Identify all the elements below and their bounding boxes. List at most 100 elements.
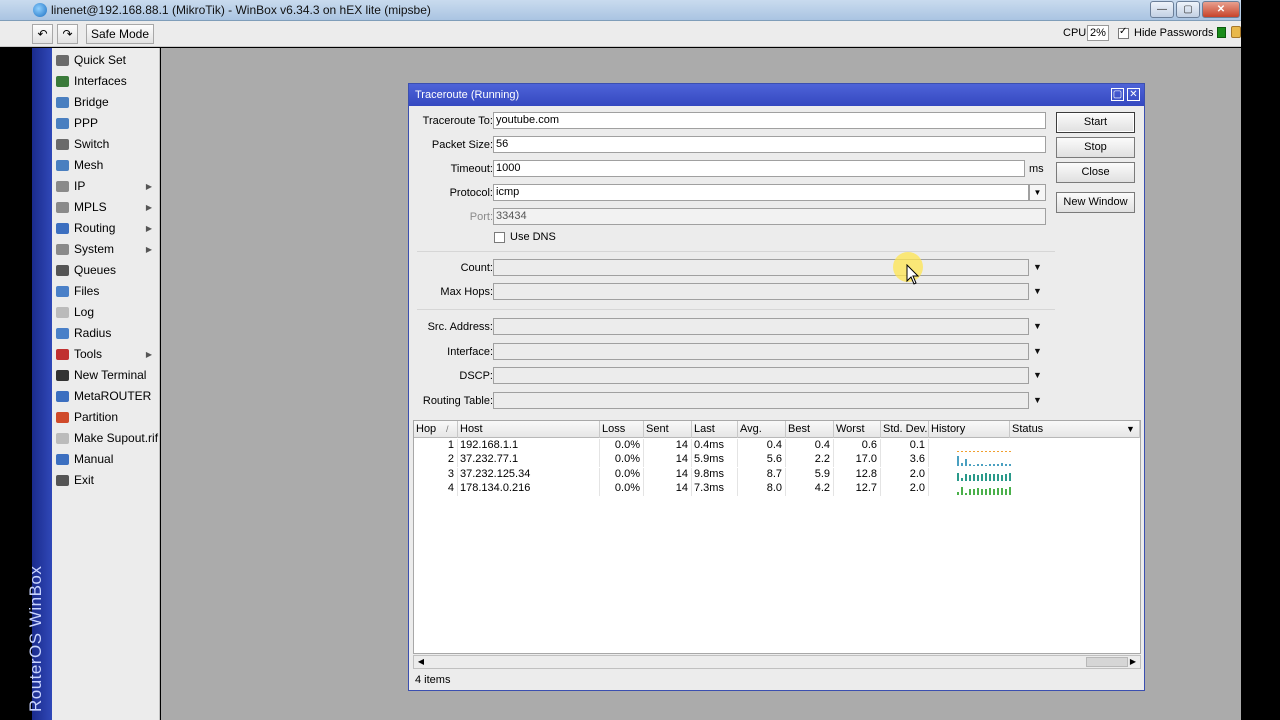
src-address-dropdown-icon[interactable]: ▼ bbox=[1033, 321, 1042, 331]
horizontal-scrollbar[interactable]: ◀ ▶ bbox=[413, 655, 1141, 669]
columns-menu-icon[interactable]: ▼ bbox=[1126, 421, 1135, 437]
sidebar-item-radius[interactable]: Radius bbox=[52, 323, 159, 344]
redo-button[interactable]: ↷ bbox=[57, 24, 78, 44]
window-title: linenet@192.168.88.1 (MikroTik) - WinBox… bbox=[51, 3, 431, 17]
scroll-right-icon[interactable]: ▶ bbox=[1126, 656, 1140, 668]
sidebar-item-quick-set[interactable]: Quick Set bbox=[52, 50, 159, 71]
submenu-arrow-icon: ▶ bbox=[145, 182, 152, 191]
column-header-sent[interactable]: Sent bbox=[644, 421, 692, 438]
hide-passwords-label: Hide Passwords bbox=[1134, 27, 1214, 39]
column-header-worst[interactable]: Worst bbox=[834, 421, 881, 438]
routing-table-dropdown-icon[interactable]: ▼ bbox=[1033, 395, 1042, 405]
history-bar bbox=[957, 472, 959, 481]
scroll-thumb[interactable] bbox=[1086, 657, 1128, 667]
traceroute-to-input[interactable]: youtube.com bbox=[493, 112, 1046, 129]
cell-last: 7.3ms bbox=[692, 481, 738, 496]
column-header-host[interactable]: Host bbox=[458, 421, 600, 438]
sidebar-item-interfaces[interactable]: Interfaces bbox=[52, 71, 159, 92]
table-row[interactable]: 4 178.134.0.216 0.0% 14 7.3ms 8.0 4.2 12.7 2.0 bbox=[414, 481, 1140, 496]
column-header-last[interactable]: Last bbox=[692, 421, 738, 438]
sidebar-item-label: Tools bbox=[74, 347, 103, 361]
dscp-input[interactable] bbox=[493, 367, 1029, 384]
column-header-status[interactable]: Status bbox=[1010, 421, 1140, 438]
sidebar-item-ip[interactable]: IP ▶ bbox=[52, 176, 159, 197]
sidebar-item-mesh[interactable]: Mesh bbox=[52, 155, 159, 176]
sidebar-item-log[interactable]: Log bbox=[52, 302, 159, 323]
sidebar-item-tools[interactable]: Tools ▶ bbox=[52, 344, 159, 365]
minimize-button[interactable]: — bbox=[1150, 1, 1174, 18]
close-button[interactable]: ✕ bbox=[1202, 1, 1240, 18]
cell-host: 37.232.125.34 bbox=[458, 467, 600, 482]
sidebar-item-mpls[interactable]: MPLS ▶ bbox=[52, 197, 159, 218]
max-hops-input[interactable] bbox=[493, 283, 1029, 300]
protocol-dropdown-icon[interactable]: ▼ bbox=[1029, 184, 1046, 201]
sidebar-item-bridge[interactable]: Bridge bbox=[52, 92, 159, 113]
winbox-app-icon bbox=[33, 3, 47, 17]
packet-size-input[interactable]: 56 bbox=[493, 136, 1046, 153]
cell-worst: 17.0 bbox=[834, 453, 881, 468]
start-button[interactable]: Start bbox=[1056, 112, 1135, 133]
column-header-std-dev[interactable]: Std. Dev. bbox=[881, 421, 929, 438]
sidebar-item-queues[interactable]: Queues bbox=[52, 260, 159, 281]
timeout-input[interactable]: 1000 bbox=[493, 160, 1025, 177]
src-address-input[interactable] bbox=[493, 318, 1029, 335]
sidebar-item-ppp[interactable]: PPP bbox=[52, 113, 159, 134]
history-bar bbox=[985, 451, 987, 452]
protocol-select[interactable]: icmp bbox=[493, 184, 1029, 201]
sidebar-item-new-terminal[interactable]: New Terminal bbox=[52, 365, 159, 386]
undo-button[interactable]: ↶ bbox=[32, 24, 53, 44]
count-dropdown-icon[interactable]: ▼ bbox=[1033, 262, 1042, 272]
table-header: Hop Host Loss Sent Last Avg. Best Worst Std. Dev… bbox=[414, 421, 1140, 438]
column-header-avg[interactable]: Avg. bbox=[738, 421, 786, 438]
sidebar-item-label: Log bbox=[74, 305, 95, 319]
sidebar-item-routing[interactable]: Routing ▶ bbox=[52, 218, 159, 239]
column-header-hop[interactable]: Hop bbox=[414, 421, 458, 438]
table-row[interactable]: 2 37.232.77.1 0.0% 14 5.9ms 5.6 2.2 17.0 3.6 bbox=[414, 453, 1140, 468]
sidebar-item-label: Manual bbox=[74, 452, 114, 466]
count-input[interactable] bbox=[493, 259, 1029, 276]
history-bar bbox=[989, 464, 991, 467]
column-header-history[interactable]: History bbox=[929, 421, 1010, 438]
sort-indicator: / bbox=[446, 424, 449, 434]
column-header-loss[interactable]: Loss bbox=[600, 421, 644, 438]
cell-host: 178.134.0.216 bbox=[458, 481, 600, 496]
history-sparkline bbox=[957, 456, 1011, 467]
submenu-arrow-icon: ▶ bbox=[145, 350, 152, 359]
stop-button[interactable]: Stop bbox=[1056, 137, 1135, 158]
table-row[interactable]: 1 192.168.1.1 0.0% 14 0.4ms 0.4 0.4 0.6 0.1 bbox=[414, 439, 1140, 453]
cell-worst: 0.6 bbox=[834, 439, 881, 453]
max-hops-dropdown-icon[interactable]: ▼ bbox=[1033, 286, 1042, 296]
sidebar-item-label: PPP bbox=[74, 116, 99, 130]
routing-table-input[interactable] bbox=[493, 392, 1029, 409]
history-bar bbox=[961, 477, 963, 481]
sidebar-item-make-supout-rif[interactable]: Make Supout.rif bbox=[52, 428, 159, 449]
column-header-best[interactable]: Best bbox=[786, 421, 834, 438]
use-dns-checkbox[interactable] bbox=[494, 232, 505, 243]
sidebar-item-metarouter[interactable]: MetaROUTER bbox=[52, 386, 159, 407]
sidebar-item-files[interactable]: Files bbox=[52, 281, 159, 302]
window-restore-icon[interactable]: ▢ bbox=[1111, 88, 1124, 101]
sidebar-item-label: MetaROUTER bbox=[74, 389, 152, 403]
safe-mode-button[interactable]: Safe Mode bbox=[86, 24, 154, 44]
dscp-dropdown-icon[interactable]: ▼ bbox=[1033, 370, 1042, 380]
history-bar bbox=[981, 473, 983, 481]
log-icon bbox=[56, 307, 69, 318]
sidebar-item-switch[interactable]: Switch bbox=[52, 134, 159, 155]
sidebar-item-exit[interactable]: Exit bbox=[52, 470, 159, 491]
maximize-button[interactable]: ▢ bbox=[1176, 1, 1200, 18]
hide-passwords-checkbox[interactable] bbox=[1118, 26, 1129, 39]
sidebar-item-partition[interactable]: Partition bbox=[52, 407, 159, 428]
sidebar-item-manual[interactable]: Manual bbox=[52, 449, 159, 470]
scroll-left-icon[interactable]: ◀ bbox=[414, 656, 428, 668]
traceroute-window-title[interactable]: Traceroute (Running) bbox=[409, 84, 1144, 106]
history-bar bbox=[997, 451, 999, 452]
interface-dropdown-icon[interactable]: ▼ bbox=[1033, 346, 1042, 356]
new-window-button[interactable]: New Window bbox=[1056, 192, 1135, 213]
sidebar-item-system[interactable]: System ▶ bbox=[52, 239, 159, 260]
history-bar bbox=[965, 459, 967, 467]
table-row[interactable]: 3 37.232.125.34 0.0% 14 9.8ms 8.7 5.9 12.8 2.0 bbox=[414, 467, 1140, 482]
sidebar-item-label: Files bbox=[74, 284, 100, 298]
window-close-icon[interactable]: ✕ bbox=[1127, 88, 1140, 101]
close-window-button[interactable]: Close bbox=[1056, 162, 1135, 183]
interface-input[interactable] bbox=[493, 343, 1029, 360]
